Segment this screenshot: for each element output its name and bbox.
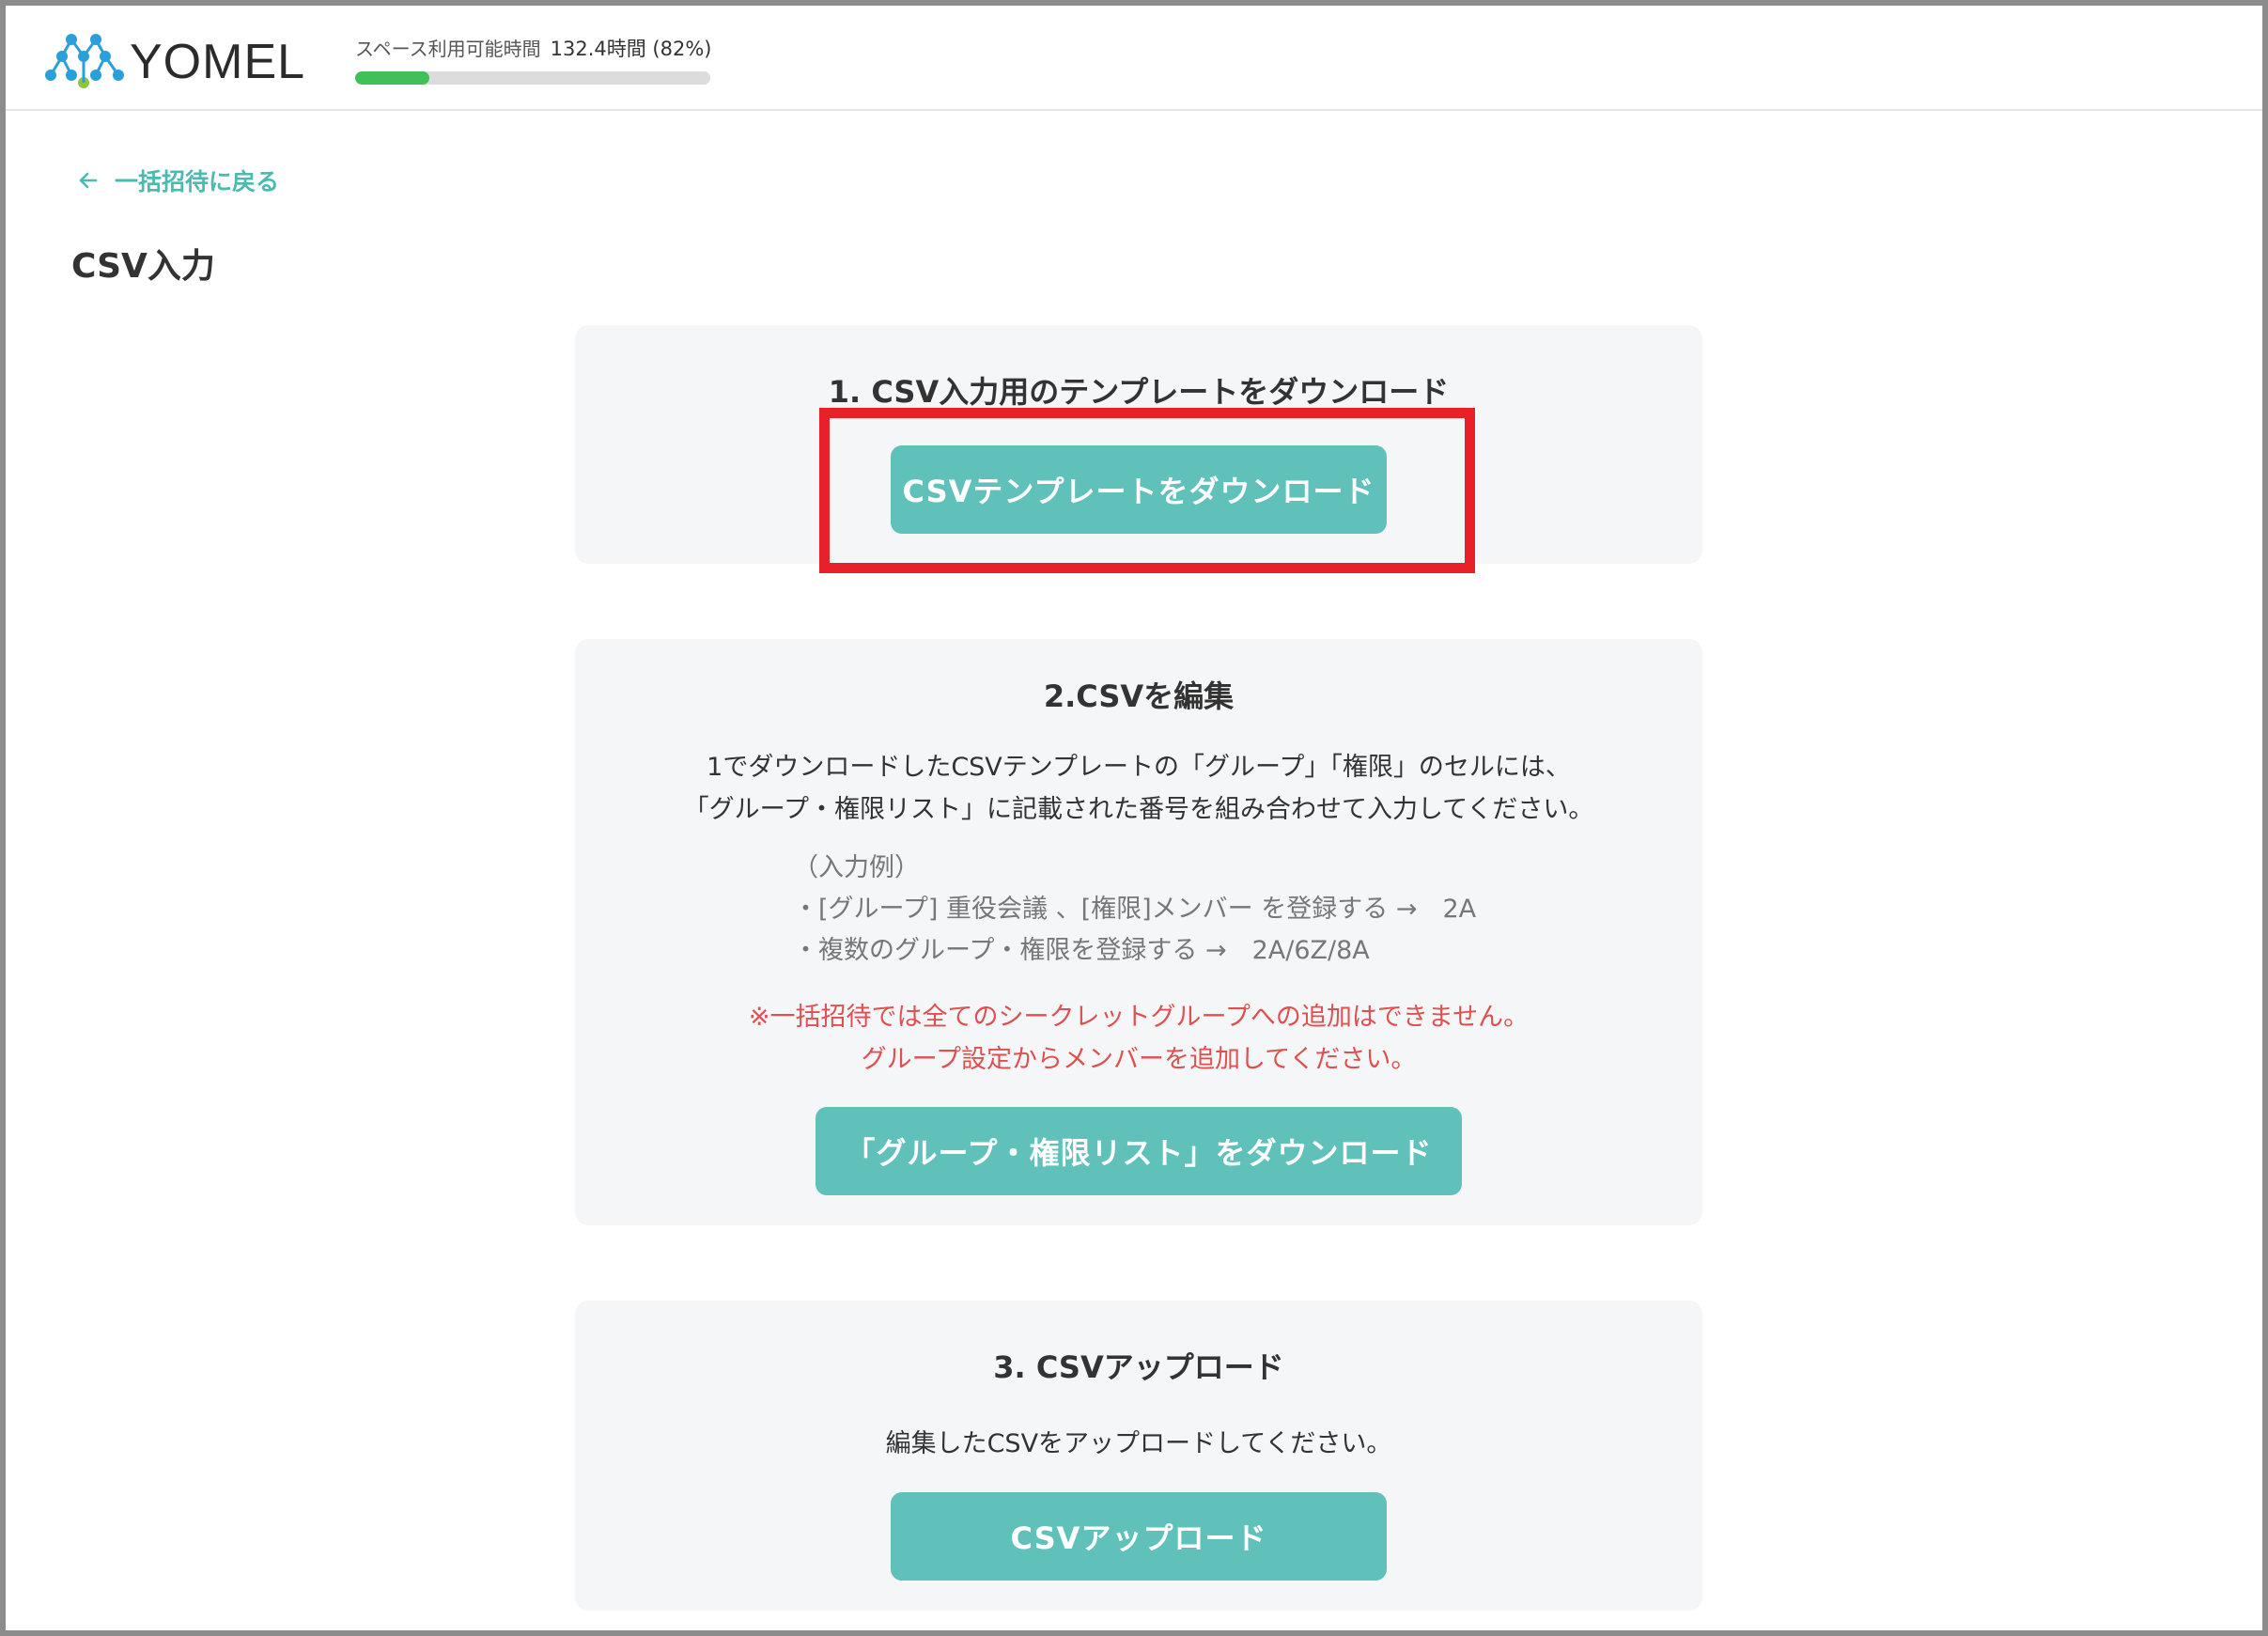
step1-title: 1. CSV入力用のテンプレートをダウンロード — [828, 374, 1450, 410]
download-group-permission-list-button[interactable]: 「グループ・権限リスト」をダウンロード — [816, 1107, 1462, 1195]
input-example: （入力例） ・[グループ] 重役会議 、[権限]メンバー を登録する → 2A … — [793, 848, 1476, 972]
back-link-label: 一括招待に戻る — [115, 168, 280, 195]
step3-card: 3. CSVアップロード 編集したCSVをアップロードしてください。 CSVアッ… — [575, 1301, 1702, 1611]
example-line1: ・[グループ] 重役会議 、[権限]メンバー を登録する → 2A — [793, 895, 1477, 924]
space-usage: スペース利用可能時間 132.4時間 (82%) — [355, 34, 712, 85]
warning-line2: グループ設定からメンバーを追加してください。 — [861, 1045, 1417, 1074]
upload-csv-button[interactable]: CSVアップロード — [891, 1492, 1387, 1581]
secret-group-warning: ※一括招待では全てのシークレットグループへの追加はできません。 グループ設定から… — [575, 996, 1702, 1081]
download-csv-template-button[interactable]: CSVテンプレートをダウンロード — [891, 445, 1387, 534]
usage-progress-bar — [355, 71, 710, 85]
step3-title: 3. CSVアップロード — [993, 1349, 1284, 1385]
yomel-logo[interactable]: YOMEL — [43, 32, 305, 92]
step3-description: 編集したCSVをアップロードしてください。 — [885, 1429, 1392, 1458]
step2-desc-line1: 1でダウンロードしたCSVテンプレートの「グループ」「権限」のセルには、 — [707, 753, 1571, 782]
logo-text: YOMEL — [130, 35, 306, 89]
arrow-left-icon — [79, 172, 98, 189]
step1-card: 1. CSV入力用のテンプレートをダウンロード CSVテンプレートをダウンロード — [575, 325, 1702, 564]
example-heading: （入力例） — [793, 853, 920, 882]
warning-line1: ※一括招待では全てのシークレットグループへの追加はできません。 — [748, 1003, 1530, 1032]
step2-desc-line2: 「グループ・権限リスト」に記載された番号を組み合わせて入力してください。 — [683, 795, 1594, 824]
step2-description: 1でダウンロードしたCSVテンプレートの「グループ」「権限」のセルには、 「グル… — [575, 746, 1702, 831]
example-line2: ・複数のグループ・権限を登録する → 2A/6Z/8A — [793, 936, 1370, 965]
usage-value: 132.4時間 (82%) — [550, 38, 712, 60]
step2-card: 2.CSVを編集 1でダウンロードしたCSVテンプレートの「グループ」「権限」の… — [575, 639, 1702, 1225]
usage-label: スペース利用可能時間 — [355, 38, 541, 60]
usage-progress-fill — [355, 71, 430, 85]
app-window: YOMEL スペース利用可能時間 132.4時間 (82%) 一括招待に戻る C… — [0, 0, 2268, 1636]
yomel-logo-icon — [45, 34, 124, 88]
back-to-bulk-invite-link[interactable]: 一括招待に戻る — [77, 164, 279, 197]
top-header: YOMEL スペース利用可能時間 132.4時間 (82%) — [6, 6, 2262, 111]
page-title: CSV入力 — [71, 247, 215, 286]
step2-title: 2.CSVを編集 — [1043, 678, 1235, 714]
